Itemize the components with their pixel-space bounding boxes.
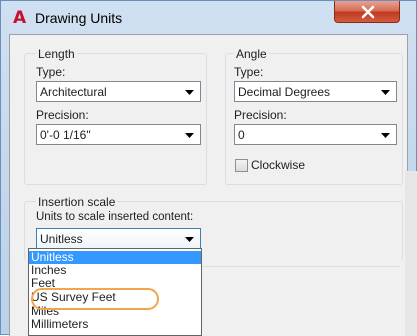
insertion-units-value: Unitless bbox=[40, 232, 83, 246]
angle-precision-label: Precision: bbox=[234, 108, 287, 122]
length-precision-select[interactable]: 0'-0 1/16" bbox=[36, 124, 201, 145]
close-icon bbox=[361, 5, 375, 19]
units-to-scale-label: Units to scale inserted content: bbox=[36, 211, 194, 223]
length-type-select[interactable]: Architectural bbox=[36, 81, 201, 102]
angle-type-label: Type: bbox=[234, 65, 264, 79]
dropdown-option-millimeters[interactable]: Millimeters bbox=[29, 318, 201, 331]
drawing-units-dialog: A Drawing Units Length Type: Architectur… bbox=[0, 0, 417, 336]
length-group-label: Length bbox=[36, 47, 77, 61]
window-title: Drawing Units bbox=[35, 10, 123, 26]
autocad-app-icon: A bbox=[13, 8, 27, 28]
chevron-down-icon bbox=[381, 133, 390, 138]
insertion-units-select[interactable]: Unitless bbox=[36, 228, 201, 249]
clockwise-checkbox[interactable] bbox=[235, 159, 248, 172]
us-survey-feet-highlight bbox=[31, 288, 159, 310]
length-type-label: Type: bbox=[36, 65, 66, 79]
insertion-scale-label: Insertion scale bbox=[36, 195, 118, 209]
clockwise-label: Clockwise bbox=[251, 158, 306, 172]
angle-precision-select[interactable]: 0 bbox=[234, 124, 397, 145]
angle-group-label: Angle bbox=[234, 47, 269, 61]
length-precision-label: Precision: bbox=[36, 108, 89, 122]
window-edge bbox=[405, 171, 417, 336]
angle-precision-value: 0 bbox=[238, 128, 245, 142]
chevron-down-icon bbox=[381, 90, 390, 95]
chevron-down-icon bbox=[185, 133, 194, 138]
group-divider bbox=[200, 266, 400, 267]
chevron-down-icon bbox=[185, 237, 194, 242]
title-bar[interactable]: A Drawing Units bbox=[1, 1, 416, 34]
angle-type-select[interactable]: Decimal Degrees bbox=[234, 81, 397, 102]
length-precision-value: 0'-0 1/16" bbox=[40, 128, 91, 142]
close-button[interactable] bbox=[334, 1, 400, 23]
length-type-value: Architectural bbox=[40, 85, 107, 99]
angle-type-value: Decimal Degrees bbox=[238, 85, 331, 99]
chevron-down-icon bbox=[185, 90, 194, 95]
